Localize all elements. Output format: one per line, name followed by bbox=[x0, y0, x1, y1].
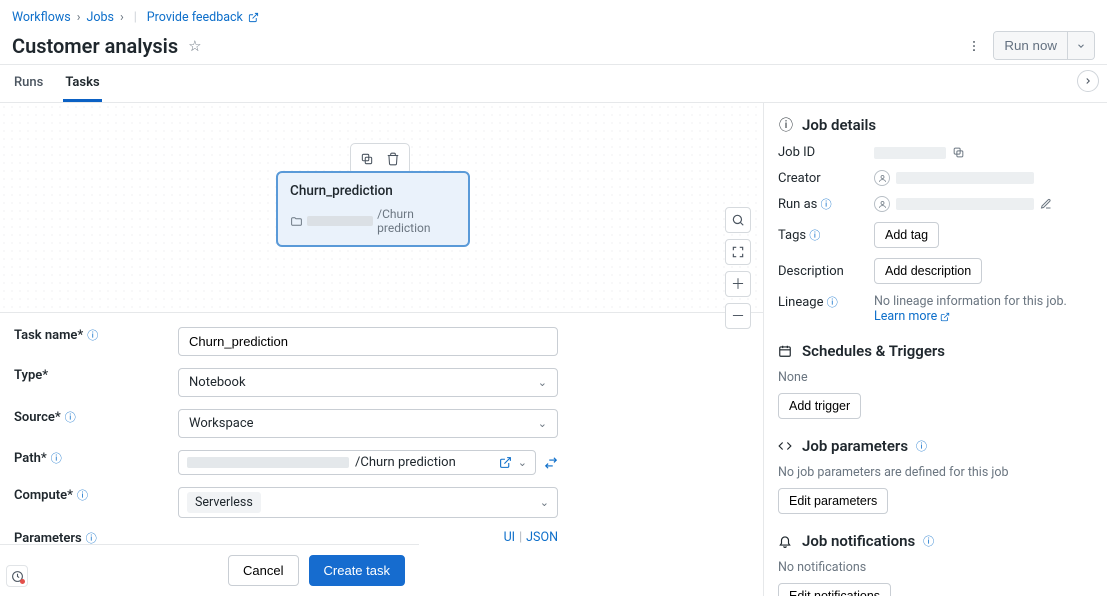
info-icon[interactable]: ⓘ bbox=[916, 438, 927, 454]
lineage-learn-more-link[interactable]: Learn more bbox=[874, 309, 950, 324]
chevron-down-icon: ⌄ bbox=[540, 496, 549, 509]
user-icon bbox=[874, 170, 890, 186]
task-path-placeholder bbox=[307, 216, 373, 226]
parameters-none-text: No job parameters are defined for this j… bbox=[778, 465, 1093, 480]
info-icon[interactable]: ⓘ bbox=[923, 533, 934, 549]
compute-label: Compute bbox=[14, 488, 73, 503]
create-task-button[interactable]: Create task bbox=[309, 555, 405, 586]
info-icon[interactable]: ⓘ bbox=[77, 487, 88, 503]
schedules-none-text: None bbox=[778, 370, 1093, 385]
collapse-panel-button[interactable] bbox=[1077, 70, 1099, 92]
params-json-toggle[interactable]: JSON bbox=[526, 530, 558, 545]
run-now-button[interactable]: Run now bbox=[994, 32, 1067, 59]
canvas-fullscreen-button[interactable] bbox=[725, 239, 751, 265]
info-icon[interactable]: ⓘ bbox=[809, 229, 820, 242]
task-name-label: Task name bbox=[14, 328, 83, 343]
lineage-label: Lineage bbox=[778, 295, 824, 310]
page-title: Customer analysis bbox=[12, 34, 178, 58]
run-as-label: Run as bbox=[778, 197, 817, 212]
job-notifications-heading: Job notifications bbox=[802, 532, 915, 550]
chevron-right-icon: › bbox=[120, 10, 124, 25]
info-icon: ⓘ bbox=[778, 115, 794, 135]
compute-chip: Serverless bbox=[187, 492, 261, 513]
task-card[interactable]: Churn_prediction /Churn prediction bbox=[276, 171, 470, 247]
params-ui-toggle[interactable]: UI bbox=[504, 530, 516, 545]
notification-dot-icon bbox=[20, 579, 25, 584]
info-icon[interactable]: ⓘ bbox=[65, 409, 76, 425]
creator-value bbox=[896, 172, 1034, 184]
job-id-label: Job ID bbox=[778, 145, 874, 160]
no-notifications-text: No notifications bbox=[778, 560, 1093, 575]
path-placeholder bbox=[187, 457, 349, 468]
breadcrumb-workflows[interactable]: Workflows bbox=[12, 10, 71, 25]
job-id-value bbox=[874, 147, 946, 159]
provide-feedback-link[interactable]: Provide feedback bbox=[147, 10, 259, 25]
history-icon[interactable] bbox=[6, 565, 28, 587]
source-label: Source bbox=[14, 410, 61, 425]
task-path-suffix: /Churn prediction bbox=[377, 207, 456, 235]
chevron-down-icon: ⌄ bbox=[538, 417, 547, 430]
info-icon[interactable]: ⓘ bbox=[827, 296, 838, 309]
run-as-value bbox=[896, 198, 1034, 210]
tab-runs[interactable]: Runs bbox=[12, 65, 45, 102]
chevron-right-icon: › bbox=[77, 10, 81, 25]
type-select[interactable]: Notebook⌄ bbox=[178, 368, 558, 397]
add-description-button[interactable]: Add description bbox=[874, 258, 982, 284]
edit-notifications-button[interactable]: Edit notifications bbox=[778, 583, 891, 596]
cancel-button[interactable]: Cancel bbox=[228, 555, 298, 586]
job-details-heading: Job details bbox=[802, 116, 876, 134]
add-tag-button[interactable]: Add tag bbox=[874, 222, 939, 248]
task-card-title: Churn_prediction bbox=[290, 183, 456, 199]
kebab-menu-icon[interactable] bbox=[963, 35, 985, 57]
tab-tasks[interactable]: Tasks bbox=[63, 65, 101, 102]
code-icon bbox=[778, 439, 794, 453]
chevron-down-icon: ⌄ bbox=[518, 456, 527, 469]
separator-icon: | bbox=[134, 10, 137, 25]
edit-run-as-button[interactable] bbox=[1040, 198, 1052, 210]
job-parameters-heading: Job parameters bbox=[802, 437, 908, 455]
info-icon[interactable]: ⓘ bbox=[87, 327, 98, 343]
user-icon bbox=[874, 196, 890, 212]
breadcrumb: Workflows › Jobs › | Provide feedback bbox=[12, 10, 1095, 25]
source-select[interactable]: Workspace⌄ bbox=[178, 409, 558, 438]
path-label: Path bbox=[14, 451, 47, 466]
info-icon[interactable]: ⓘ bbox=[51, 450, 62, 466]
canvas-search-button[interactable] bbox=[725, 207, 751, 233]
edit-parameters-button[interactable]: Edit parameters bbox=[778, 488, 888, 514]
add-trigger-button[interactable]: Add trigger bbox=[778, 393, 861, 419]
open-notebook-icon[interactable] bbox=[499, 456, 512, 469]
calendar-icon bbox=[778, 344, 794, 358]
path-suffix: /Churn prediction bbox=[355, 455, 456, 470]
tags-label: Tags bbox=[778, 228, 806, 243]
canvas-zoom-in-button[interactable]: ＋ bbox=[725, 271, 751, 297]
external-link-icon bbox=[245, 10, 259, 25]
copy-task-button[interactable] bbox=[355, 148, 379, 170]
info-icon[interactable]: ⓘ bbox=[821, 198, 832, 211]
creator-label: Creator bbox=[778, 171, 874, 186]
canvas-zoom-out-button[interactable]: － bbox=[725, 303, 751, 329]
schedules-heading: Schedules & Triggers bbox=[802, 342, 945, 360]
copy-job-id-button[interactable] bbox=[952, 146, 965, 159]
task-name-input[interactable] bbox=[178, 327, 558, 356]
breadcrumb-jobs[interactable]: Jobs bbox=[86, 10, 114, 25]
compute-select[interactable]: Serverless ⌄ bbox=[178, 487, 558, 518]
path-input[interactable]: /Churn prediction ⌄ bbox=[178, 450, 536, 475]
task-graph-canvas[interactable]: Churn_prediction /Churn prediction ＋ － bbox=[0, 103, 763, 313]
swap-path-icon[interactable] bbox=[544, 456, 558, 470]
folder-icon bbox=[290, 215, 303, 228]
bell-icon bbox=[778, 534, 794, 548]
lineage-text: No lineage information for this job. bbox=[874, 294, 1093, 309]
description-label: Description bbox=[778, 264, 874, 279]
delete-task-button[interactable] bbox=[381, 148, 405, 170]
chevron-down-icon: ⌄ bbox=[538, 376, 547, 389]
star-button[interactable]: ☆ bbox=[188, 37, 201, 55]
type-label: Type bbox=[14, 368, 48, 383]
run-now-dropdown[interactable] bbox=[1067, 32, 1094, 59]
